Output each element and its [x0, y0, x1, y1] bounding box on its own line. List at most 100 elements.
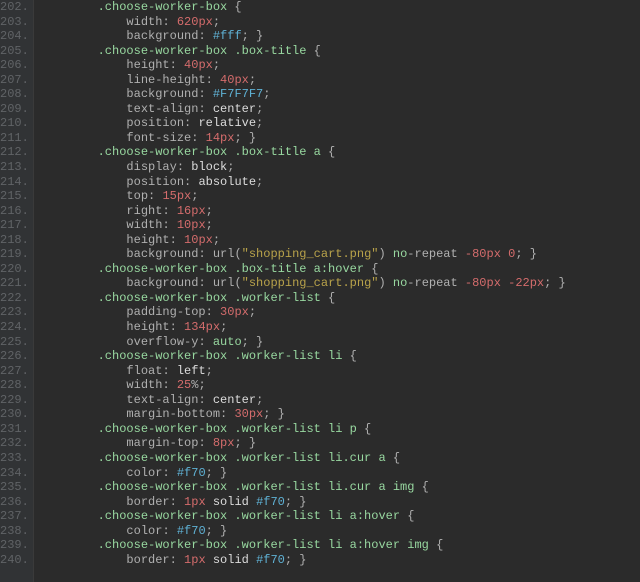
code-line[interactable]: .choose-worker-box { — [40, 0, 566, 15]
code-line[interactable]: display: block; — [40, 160, 566, 175]
code-area[interactable]: .choose-worker-box { width: 620px; backg… — [34, 0, 566, 582]
code-line[interactable]: text-align: center; — [40, 102, 566, 117]
token: .choose-worker-box .worker-list li.cur a… — [98, 480, 415, 494]
token: relative — [198, 116, 256, 130]
token: 10px — [177, 218, 206, 232]
token: : — [162, 15, 176, 29]
token: ; } — [285, 495, 307, 509]
token: ; — [263, 87, 270, 101]
code-line[interactable]: height: 40px; — [40, 58, 566, 73]
code-line[interactable]: background: url("shopping_cart.png") no-… — [40, 247, 566, 262]
token: ; — [220, 320, 227, 334]
code-line[interactable]: .choose-worker-box .box-title a:hover { — [40, 262, 566, 277]
token: ; — [249, 305, 256, 319]
token: : — [220, 407, 234, 421]
line-number: 204. — [0, 29, 27, 44]
token: 30px — [220, 305, 249, 319]
token: ; — [191, 189, 198, 203]
code-line[interactable]: padding-top: 30px; — [40, 305, 566, 320]
code-line[interactable]: float: left; — [40, 364, 566, 379]
code-line[interactable]: .choose-worker-box .worker-list li { — [40, 349, 566, 364]
code-line[interactable]: background: #fff; } — [40, 29, 566, 44]
code-line[interactable]: overflow-y: auto; } — [40, 335, 566, 350]
code-line[interactable]: width: 25%; — [40, 378, 566, 393]
token: solid — [213, 553, 249, 567]
line-number: 240. — [0, 553, 27, 568]
token: : — [170, 553, 184, 567]
code-line[interactable]: background: url("shopping_cart.png") no-… — [40, 276, 566, 291]
code-line[interactable]: .choose-worker-box .worker-list li a:hov… — [40, 509, 566, 524]
token: : — [162, 204, 176, 218]
code-line[interactable]: height: 134px; — [40, 320, 566, 335]
code-line[interactable]: position: relative; — [40, 116, 566, 131]
code-line[interactable]: color: #f70; } — [40, 524, 566, 539]
code-line[interactable]: height: 10px; — [40, 233, 566, 248]
line-number: 211. — [0, 131, 27, 146]
line-number: 227. — [0, 364, 27, 379]
line-number: 213. — [0, 160, 27, 175]
token: -80px — [465, 276, 501, 290]
line-number: 212. — [0, 145, 27, 160]
code-line[interactable]: .choose-worker-box .worker-list li.cur a… — [40, 451, 566, 466]
code-line[interactable]: text-align: center; — [40, 393, 566, 408]
token: ; — [256, 102, 263, 116]
code-line[interactable]: border: 1px solid #f70; } — [40, 495, 566, 510]
line-number: 233. — [0, 451, 27, 466]
token: .choose-worker-box — [98, 0, 228, 14]
token: #f70 — [256, 553, 285, 567]
code-line[interactable]: line-height: 40px; — [40, 73, 566, 88]
token: padding-top — [126, 305, 205, 319]
code-line[interactable]: border: 1px solid #f70; } — [40, 553, 566, 568]
code-line[interactable]: .choose-worker-box .worker-list li a:hov… — [40, 538, 566, 553]
line-number: 209. — [0, 102, 27, 117]
token: .choose-worker-box .worker-list li.cur a — [98, 451, 386, 465]
token: #f70 — [177, 524, 206, 538]
line-number: 236. — [0, 495, 27, 510]
code-line[interactable]: width: 620px; — [40, 15, 566, 30]
code-line[interactable]: background: #F7F7F7; — [40, 87, 566, 102]
line-number: 216. — [0, 204, 27, 219]
token: ; } — [515, 247, 537, 261]
token: auto — [213, 335, 242, 349]
token: { — [364, 262, 378, 276]
token — [249, 553, 256, 567]
token: #f70 — [177, 466, 206, 480]
code-line[interactable]: .choose-worker-box .worker-list li p { — [40, 422, 566, 437]
token: position — [126, 175, 184, 189]
token: { — [400, 509, 414, 523]
code-line[interactable]: .choose-worker-box .worker-list li.cur a… — [40, 480, 566, 495]
code-line[interactable]: width: 10px; — [40, 218, 566, 233]
token: : — [184, 116, 198, 130]
code-line[interactable]: top: 15px; — [40, 189, 566, 204]
code-line[interactable]: color: #f70; } — [40, 466, 566, 481]
token: #F7F7F7 — [213, 87, 263, 101]
token: : — [162, 364, 176, 378]
token: : — [184, 175, 198, 189]
token: : — [198, 247, 212, 261]
token — [206, 553, 213, 567]
code-line[interactable]: margin-bottom: 30px; } — [40, 407, 566, 422]
token: ; — [213, 58, 220, 72]
token: font-size — [126, 131, 191, 145]
token: : — [198, 29, 212, 43]
token: ; — [198, 378, 205, 392]
token: ; } — [242, 29, 264, 43]
token: ; } — [263, 407, 285, 421]
token: ; } — [206, 466, 228, 480]
line-number: 208. — [0, 87, 27, 102]
code-line[interactable]: margin-top: 8px; } — [40, 436, 566, 451]
token: ) — [378, 276, 392, 290]
code-line[interactable]: right: 16px; — [40, 204, 566, 219]
token: 40px — [184, 58, 213, 72]
code-line[interactable]: position: absolute; — [40, 175, 566, 190]
token: 1px — [184, 553, 206, 567]
code-line[interactable]: .choose-worker-box .worker-list { — [40, 291, 566, 306]
token: margin-top — [126, 436, 198, 450]
code-line[interactable]: .choose-worker-box .box-title a { — [40, 145, 566, 160]
line-number: 239. — [0, 538, 27, 553]
token: background — [126, 247, 198, 261]
token: .choose-worker-box .worker-list li — [98, 349, 343, 363]
code-line[interactable]: .choose-worker-box .box-title { — [40, 44, 566, 59]
code-line[interactable]: font-size: 14px; } — [40, 131, 566, 146]
token: ; } — [206, 524, 228, 538]
